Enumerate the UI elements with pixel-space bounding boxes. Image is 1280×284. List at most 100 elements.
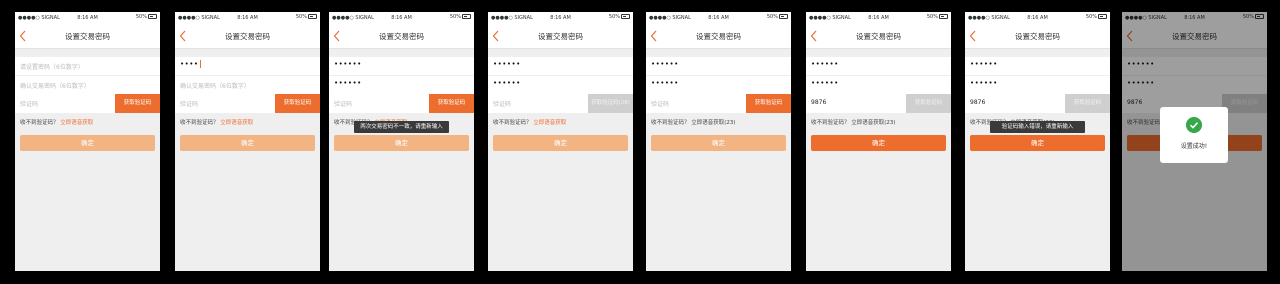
confirm-password-value: •••••• — [493, 79, 521, 87]
page-title: 设置交易密码 — [379, 32, 424, 41]
confirm-button[interactable]: 确定 — [970, 135, 1105, 151]
success-message: 设置成功! — [1180, 143, 1208, 150]
password-field[interactable]: •••••• — [488, 57, 633, 76]
status-bar: ●●●●○ SIGNAL 8:16 AM 50% — [488, 12, 633, 23]
confirm-password-field[interactable]: •••••• — [329, 76, 474, 95]
verification-code-field[interactable]: 验证码 获取验证码 — [329, 94, 474, 113]
verification-code-field[interactable]: 验证码 获取验证码 — [175, 94, 320, 113]
password-field[interactable]: •••••• — [646, 57, 791, 76]
confirm-password-value: •••••• — [970, 79, 998, 87]
nav-bar: 设置交易密码 — [965, 23, 1110, 49]
password-field[interactable]: •••••• — [965, 57, 1110, 76]
battery-indicator: 50% — [296, 14, 317, 20]
voice-code-line: 收不到验证码？ 立即语音获取(23) — [651, 118, 736, 126]
code-placeholder: 验证码 — [180, 101, 199, 108]
password-value: •••••• — [334, 60, 362, 68]
get-code-button[interactable]: 获取验证码 — [906, 94, 951, 113]
voice-code-line: 收不到验证码？ 立即语音获取 — [180, 118, 253, 126]
confirm-password-field[interactable]: •••••• — [488, 76, 633, 95]
voice-code-line: 收不到验证码？ 立即语音获取 — [20, 118, 93, 126]
verification-code-field[interactable]: 验证码 获取验证码(28) — [488, 94, 633, 113]
get-code-button[interactable]: 获取验证码 — [275, 94, 320, 113]
password-field[interactable]: 请设置密码（6位数字） — [15, 57, 160, 76]
battery-indicator: 50% — [1086, 14, 1107, 20]
code-placeholder: 验证码 — [493, 101, 512, 108]
confirm-button[interactable]: 确定 — [811, 135, 946, 151]
page-title: 设置交易密码 — [538, 32, 583, 41]
voice-countdown-text[interactable]: 收不到验证码？ 立即语音获取(23) — [811, 120, 896, 126]
code-error-toast: 验证码输入错误，请重新输入 — [990, 121, 1085, 133]
nav-bar: 设置交易密码 — [175, 23, 320, 49]
confirm-button[interactable]: 确定 — [651, 135, 786, 151]
status-bar: ●●●●○ SIGNAL 8:16 AM 50% — [15, 12, 160, 23]
battery-icon — [462, 14, 471, 19]
page-title: 设置交易密码 — [696, 32, 741, 41]
voice-countdown-text[interactable]: 收不到验证码？ 立即语音获取(23) — [651, 120, 736, 126]
battery-indicator: 50% — [767, 14, 788, 20]
battery-icon — [779, 14, 788, 19]
status-bar: ●●●●○ SIGNAL 8:16 AM 50% — [965, 12, 1110, 23]
password-value: •••••• — [970, 60, 998, 68]
get-code-button[interactable]: 获取验证码 — [115, 94, 160, 113]
confirm-button[interactable]: 确定 — [334, 135, 469, 151]
password-field[interactable]: •••••• — [329, 57, 474, 76]
verification-code-field[interactable]: 验证码 获取验证码 — [646, 94, 791, 113]
nav-bar: 设置交易密码 — [329, 23, 474, 49]
password-field[interactable]: •••• — [175, 57, 320, 76]
code-value: 9876 — [970, 99, 986, 106]
verification-code-field[interactable]: 9876 获取验证码 — [965, 94, 1110, 113]
get-code-button[interactable]: 获取验证码 — [429, 94, 474, 113]
screen-code-entered: ●●●●○ SIGNAL 8:16 AM 50% 设置交易密码 •••••• •… — [806, 12, 951, 271]
screen-empty-form: ●●●●○ SIGNAL 8:16 AM 50% 设置交易密码 请设置密码（6位… — [15, 12, 160, 271]
confirm-password-field[interactable]: •••••• — [965, 76, 1110, 95]
password-value: •••••• — [493, 60, 521, 68]
battery-icon — [939, 14, 948, 19]
get-code-countdown-button[interactable]: 获取验证码(28) — [588, 94, 633, 113]
battery-indicator: 50% — [136, 14, 157, 20]
confirm-button[interactable]: 确定 — [20, 135, 155, 151]
confirm-password-field[interactable]: •••••• — [806, 76, 951, 95]
voice-prompt: 收不到验证码？ — [180, 120, 219, 126]
battery-indicator: 50% — [450, 14, 471, 20]
screen-code-countdown: ●●●●○ SIGNAL 8:16 AM 50% 设置交易密码 •••••• •… — [488, 12, 633, 271]
battery-icon — [1098, 14, 1107, 19]
battery-icon — [148, 14, 157, 19]
voice-code-line: 收不到验证码？ 立即语音获取(23) — [811, 118, 896, 126]
nav-bar: 设置交易密码 — [646, 23, 791, 49]
status-bar: ●●●●○ SIGNAL 8:16 AM 50% — [806, 12, 951, 23]
status-bar: ●●●●○ SIGNAL 8:16 AM 50% — [646, 12, 791, 23]
password-placeholder: 请设置密码（6位数字） — [20, 64, 84, 71]
password-value: •••• — [180, 60, 201, 68]
screen-success: ●●●●○ SIGNAL 8:16 AM 50% 设置交易密码 •••••• •… — [1122, 12, 1267, 271]
password-field[interactable]: •••••• — [806, 57, 951, 76]
code-placeholder: 验证码 — [651, 101, 670, 108]
screen-code-error: ●●●●○ SIGNAL 8:16 AM 50% 设置交易密码 •••••• •… — [965, 12, 1110, 271]
code-placeholder: 验证码 — [334, 101, 353, 108]
get-code-button[interactable]: 获取验证码 — [1065, 94, 1110, 113]
confirm-password-placeholder: 确认交易密码（6位数字） — [20, 83, 90, 90]
battery-indicator: 50% — [927, 14, 948, 20]
verification-code-field[interactable]: 验证码 获取验证码 — [15, 94, 160, 113]
get-code-button[interactable]: 获取验证码 — [746, 94, 791, 113]
voice-code-line: 收不到验证码？ 立即语音获取 — [493, 118, 566, 126]
text-cursor — [199, 60, 201, 68]
voice-prompt: 收不到验证码？ — [493, 120, 532, 126]
code-value: 9876 — [811, 99, 827, 106]
voice-code-link[interactable]: 立即语音获取 — [220, 120, 253, 126]
code-placeholder: 验证码 — [20, 101, 39, 108]
verification-code-field[interactable]: 9876 获取验证码 — [806, 94, 951, 113]
confirm-password-field[interactable]: 确认交易密码（6位数字） — [175, 76, 320, 95]
nav-bar: 设置交易密码 — [806, 23, 951, 49]
voice-code-link[interactable]: 立即语音获取 — [60, 120, 93, 126]
voice-prompt: 收不到验证码？ — [20, 120, 59, 126]
confirm-password-field[interactable]: •••••• — [646, 76, 791, 95]
voice-code-link[interactable]: 立即语音获取 — [533, 120, 566, 126]
confirm-password-field[interactable]: 确认交易密码（6位数字） — [15, 76, 160, 95]
page-title: 设置交易密码 — [856, 32, 901, 41]
screen-voice-countdown: ●●●●○ SIGNAL 8:16 AM 50% 设置交易密码 •••••• •… — [646, 12, 791, 271]
confirm-button[interactable]: 确定 — [493, 135, 628, 151]
confirm-password-value: •••••• — [334, 79, 362, 87]
confirm-password-placeholder: 确认交易密码（6位数字） — [180, 83, 250, 90]
confirm-button[interactable]: 确定 — [180, 135, 315, 151]
password-value: •••••• — [811, 60, 839, 68]
